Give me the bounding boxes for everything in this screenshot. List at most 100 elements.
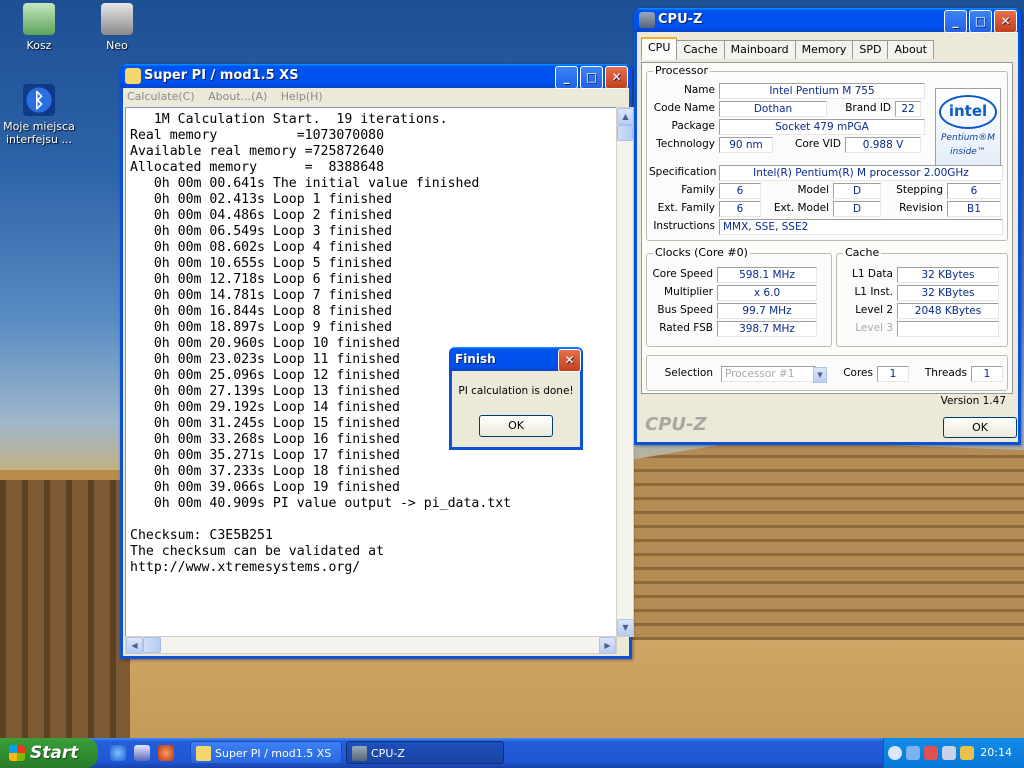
label-l1-data: L1 Data xyxy=(852,268,893,280)
desktop-icon-neo[interactable]: Neo xyxy=(80,3,154,52)
label-selection: Selection xyxy=(664,367,713,379)
desktop-icon-bluetooth[interactable]: ᛒ Moje miejsca interfejsu ... xyxy=(2,84,76,146)
media-quicklaunch-icon[interactable] xyxy=(158,745,174,761)
value-multiplier: x 6.0 xyxy=(717,285,817,301)
value-rated-fsb: 398.7 MHz xyxy=(717,321,817,337)
tab-mainboard[interactable]: Mainboard xyxy=(723,40,796,59)
security-shield-icon[interactable] xyxy=(960,746,974,760)
scroll-left-button[interactable]: ◀ xyxy=(126,637,143,654)
scroll-down-button[interactable]: ▼ xyxy=(617,619,634,636)
label-name: Name xyxy=(684,84,715,96)
label-technology: Technology xyxy=(656,138,715,150)
value-model: D xyxy=(833,183,881,199)
value-brandid: 22 xyxy=(895,101,921,117)
label-cores: Cores xyxy=(843,367,873,379)
cpuz-app-icon xyxy=(639,12,655,28)
label-revision: Revision xyxy=(899,202,943,214)
tab-cpu[interactable]: CPU xyxy=(641,37,678,60)
minimize-button[interactable]: _ xyxy=(555,66,578,89)
ie-quicklaunch-icon[interactable] xyxy=(110,745,126,761)
console-text: 1M Calculation Start. 19 iterations. Rea… xyxy=(130,112,512,575)
value-instructions: MMX, SSE, SSE2 xyxy=(719,219,1003,235)
tab-spd[interactable]: SPD xyxy=(852,40,889,59)
clocks-group: Clocks (Core #0) Core Speed 598.1 MHz Mu… xyxy=(646,246,832,347)
scroll-up-button[interactable]: ▲ xyxy=(617,108,634,125)
group-title: Cache xyxy=(843,246,882,259)
value-package: Socket 479 mPGA xyxy=(719,119,925,135)
minimize-button[interactable]: _ xyxy=(944,10,967,33)
menu-about[interactable]: About...(A) xyxy=(208,90,267,103)
dialog-titlebar[interactable]: Finish ✕ xyxy=(449,347,583,372)
superpi-app-icon xyxy=(125,68,141,84)
close-button[interactable]: ✕ xyxy=(994,10,1017,33)
value-corevid: 0.988 V xyxy=(845,137,921,153)
label-package: Package xyxy=(671,120,715,132)
value-family: 6 xyxy=(719,183,761,199)
chevron-down-icon[interactable]: ▼ xyxy=(813,367,827,383)
desktop-icon-label: Neo xyxy=(106,39,128,52)
label-model: Model xyxy=(797,184,829,196)
desktop-icon-label: Moje miejsca interfejsu ... xyxy=(3,120,75,146)
task-cpuz[interactable]: CPU-Z xyxy=(346,741,504,764)
value-threads: 1 xyxy=(971,366,1003,382)
value-stepping: 6 xyxy=(947,183,1001,199)
label-threads: Threads xyxy=(924,367,967,379)
window-title: CPU-Z xyxy=(658,12,703,27)
label-stepping: Stepping xyxy=(896,184,943,196)
scroll-right-button[interactable]: ▶ xyxy=(599,637,616,654)
value-l1-data: 32 KBytes xyxy=(897,267,999,283)
label-instructions: Instructions xyxy=(653,220,715,232)
taskbar: Start Super PI / mod1.5 XS CPU-Z 20:14 xyxy=(0,738,1024,768)
system-tray: 20:14 xyxy=(883,738,1024,768)
processor-select[interactable]: Processor #1 xyxy=(721,366,816,382)
label-level2: Level 2 xyxy=(855,304,893,316)
network-disconnected-icon[interactable] xyxy=(924,746,938,760)
value-extfamily: 6 xyxy=(719,201,761,217)
vertical-scroll-thumb[interactable] xyxy=(617,125,633,141)
bluetooth-icon: ᛒ xyxy=(23,84,55,116)
horizontal-scrollbar[interactable]: ◀ ▶ xyxy=(125,636,617,654)
label-family: Family xyxy=(681,184,715,196)
processor-group: Processor Name Intel Pentium M 755 Code … xyxy=(646,64,1008,241)
value-specification: Intel(R) Pentium(R) M processor 2.00GHz xyxy=(719,165,1003,181)
close-button[interactable]: ✕ xyxy=(605,66,628,89)
value-name: Intel Pentium M 755 xyxy=(719,83,925,99)
save-quicklaunch-icon[interactable] xyxy=(134,745,150,761)
menu-calculate[interactable]: Calculate(C) xyxy=(127,90,195,103)
label-multiplier: Multiplier xyxy=(664,286,713,298)
label-extfamily: Ext. Family xyxy=(657,202,715,214)
dialog-title: Finish xyxy=(455,352,496,366)
network-icon[interactable] xyxy=(906,746,920,760)
volume-icon[interactable] xyxy=(942,746,956,760)
cpuz-window[interactable]: CPU-Z _ □ ✕ CPU Cache Mainboard Memory S… xyxy=(634,8,1021,445)
finish-dialog[interactable]: Finish ✕ PI calculation is done! OK xyxy=(449,347,583,450)
horizontal-scroll-thumb[interactable] xyxy=(143,637,161,653)
cpuz-ok-button[interactable]: OK xyxy=(943,417,1017,438)
cpuz-titlebar[interactable]: CPU-Z _ □ ✕ xyxy=(634,8,1021,33)
maximize-button[interactable]: □ xyxy=(969,10,992,33)
label-rated-fsb: Rated FSB xyxy=(659,322,713,334)
maximize-button[interactable]: □ xyxy=(580,66,603,89)
tab-cache[interactable]: Cache xyxy=(676,40,725,59)
label-corevid: Core VID xyxy=(794,138,841,150)
tab-memory[interactable]: Memory xyxy=(794,40,854,59)
label-bus-speed: Bus Speed xyxy=(657,304,713,316)
vertical-scrollbar[interactable]: ▲ ▼ xyxy=(616,107,634,637)
wallpaper-rocks xyxy=(0,480,130,740)
label-specification: Specification xyxy=(649,166,717,178)
dialog-close-button[interactable]: ✕ xyxy=(558,349,581,372)
task-superpi[interactable]: Super PI / mod1.5 XS xyxy=(190,741,342,764)
value-codename: Dothan xyxy=(719,101,827,117)
tab-about[interactable]: About xyxy=(887,40,934,59)
superpi-titlebar[interactable]: Super PI / mod1.5 XS _ □ ✕ xyxy=(120,64,632,89)
tray-arrow-icon[interactable] xyxy=(888,746,902,760)
dialog-ok-button[interactable]: OK xyxy=(479,415,553,437)
window-title: Super PI / mod1.5 XS xyxy=(144,68,299,83)
cpu-tab-panel: Processor Name Intel Pentium M 755 Code … xyxy=(641,62,1013,407)
desktop-icon-recycle-bin[interactable]: Kosz xyxy=(2,3,76,52)
superpi-task-icon xyxy=(196,746,211,761)
windows-flag-icon xyxy=(9,745,25,761)
start-button[interactable]: Start xyxy=(0,738,98,768)
menu-help[interactable]: Help(H) xyxy=(281,90,323,103)
cache-group: Cache L1 Data 32 KBytes L1 Inst. 32 KByt… xyxy=(836,246,1008,347)
